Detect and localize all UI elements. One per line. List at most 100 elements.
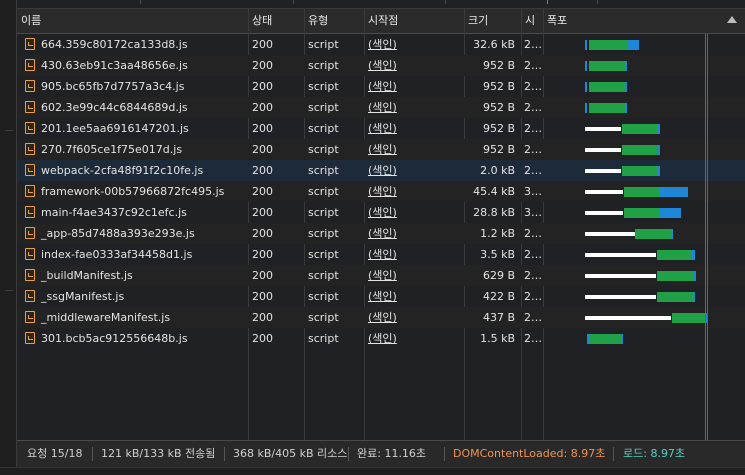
table-row[interactable]: _ssgManifest.js 200 script (색인) 422 B 2… xyxy=(17,286,745,307)
table-row[interactable]: framework-00b57966872fc495.js 200 script (색… xyxy=(17,181,745,202)
request-type: script xyxy=(308,164,339,177)
column-header-initiator[interactable]: 시작점 xyxy=(364,9,464,34)
request-initiator-link[interactable]: (색인) xyxy=(364,265,464,286)
table-row[interactable]: _buildManifest.js 200 script (색인) 629 B 2… xyxy=(17,265,745,286)
request-initiator-link[interactable]: (색인) xyxy=(364,139,464,160)
request-name-cell[interactable]: 430.63eb91c3aa48656e.js xyxy=(17,55,248,76)
waterfall-cell[interactable] xyxy=(543,160,745,181)
request-name-cell[interactable]: _buildManifest.js xyxy=(17,265,248,286)
request-initiator-link[interactable]: (색인) xyxy=(364,286,464,307)
request-name-cell[interactable]: index-fae0333af34458d1.js xyxy=(17,244,248,265)
request-status: 200 xyxy=(252,311,273,324)
request-initiator-link[interactable]: (색인) xyxy=(364,55,464,76)
waterfall-cell[interactable] xyxy=(543,265,745,286)
request-name-cell[interactable]: 905.bc65fb7d7757a3c4.js xyxy=(17,76,248,97)
waterfall-cell[interactable] xyxy=(543,76,745,97)
request-name-cell[interactable]: main-f4ae3437c92c1efc.js xyxy=(17,202,248,223)
request-name-cell[interactable]: _app-85d7488a393e293e.js xyxy=(17,223,248,244)
gutter-mark xyxy=(5,130,13,131)
request-name: 270.7f605ce1f75e017d.js xyxy=(41,143,183,156)
request-name: _ssgManifest.js xyxy=(41,290,125,303)
table-row[interactable]: 270.7f605ce1f75e017d.js 200 script (색인) 952 … xyxy=(17,139,745,160)
gutter-mark xyxy=(5,290,13,291)
table-row[interactable]: webpack-2cfa48f91f2c10fe.js 200 script (색인)… xyxy=(17,160,745,181)
overview-tick xyxy=(597,0,598,4)
waterfall-cell[interactable] xyxy=(543,202,745,223)
request-name: _buildManifest.js xyxy=(41,269,133,282)
request-type: script xyxy=(308,38,339,51)
waterfall-cell[interactable] xyxy=(543,286,745,307)
request-name-cell[interactable]: framework-00b57966872fc495.js xyxy=(17,181,248,202)
waterfall-queue-bar xyxy=(585,127,621,131)
waterfall-cell[interactable] xyxy=(543,223,745,244)
request-initiator-link[interactable]: (색인) xyxy=(364,328,464,349)
request-initiator-link[interactable]: (색인) xyxy=(364,307,464,328)
request-name-cell[interactable]: 301.bcb5ac912556648b.js xyxy=(17,328,248,349)
waterfall-cell[interactable] xyxy=(543,97,745,118)
request-type: script xyxy=(308,185,339,198)
table-row[interactable]: 905.bc65fb7d7757a3c4.js 200 script (색인) 952 … xyxy=(17,76,745,97)
table-row[interactable]: 602.3e99c44c6844689d.js 200 script (색인) 952 … xyxy=(17,97,745,118)
table-row[interactable]: 201.1ee5aa6916147201.js 200 script (색인) 952 … xyxy=(17,118,745,139)
request-initiator-link[interactable]: (색인) xyxy=(364,34,464,55)
waterfall-queue-bar xyxy=(585,190,623,194)
request-initiator-link[interactable]: (색인) xyxy=(364,202,464,223)
column-header-time[interactable]: 시 xyxy=(521,9,543,34)
request-time: 2… xyxy=(524,248,542,261)
request-name-cell[interactable]: 270.7f605ce1f75e017d.js xyxy=(17,139,248,160)
table-row[interactable]: _app-85d7488a393e293e.js 200 script (색인) 1.2… xyxy=(17,223,745,244)
request-name-cell[interactable]: webpack-2cfa48f91f2c10fe.js xyxy=(17,160,248,181)
script-file-icon xyxy=(25,59,35,71)
request-size: 629 B xyxy=(482,269,515,282)
waterfall-cell[interactable] xyxy=(543,118,745,139)
request-status: 200 xyxy=(252,227,273,240)
request-name: _app-85d7488a393e293e.js xyxy=(41,227,195,240)
column-header-waterfall[interactable]: 폭포 xyxy=(543,9,745,34)
request-type: script xyxy=(308,101,339,114)
waterfall-cell[interactable] xyxy=(543,244,745,265)
column-header-status[interactable]: 상태 xyxy=(248,9,304,34)
table-row[interactable]: index-fae0333af34458d1.js 200 script (색인) 3.… xyxy=(17,244,745,265)
table-row[interactable]: _middlewareManifest.js 200 script (색인) 437 B… xyxy=(17,307,745,328)
waterfall-download-bar xyxy=(658,145,660,155)
table-row[interactable]: 301.bcb5ac912556648b.js 200 script (색인) 1.5 … xyxy=(17,328,745,349)
request-type: script xyxy=(308,290,339,303)
table-row[interactable]: 664.359c80172ca133d8.js 200 script (색인) 32.6… xyxy=(17,34,745,55)
request-initiator-link[interactable]: (색인) xyxy=(364,97,464,118)
request-initiator-link[interactable]: (색인) xyxy=(364,118,464,139)
request-name-cell[interactable]: _middlewareManifest.js xyxy=(17,307,248,328)
table-row[interactable]: 430.63eb91c3aa48656e.js 200 script (색인) 952 … xyxy=(17,55,745,76)
request-type: script xyxy=(308,80,339,93)
waterfall-cell[interactable] xyxy=(543,55,745,76)
request-size: 28.8 kB xyxy=(473,206,515,219)
request-status: 200 xyxy=(252,164,273,177)
column-header-name[interactable]: 이름 xyxy=(17,9,248,34)
table-row[interactable]: main-f4ae3437c92c1efc.js 200 script (색인) 28.… xyxy=(17,202,745,223)
request-initiator-link[interactable]: (색인) xyxy=(364,223,464,244)
waterfall-cell[interactable] xyxy=(543,34,745,55)
request-size: 437 B xyxy=(482,311,515,324)
request-name-cell[interactable]: _ssgManifest.js xyxy=(17,286,248,307)
request-initiator-link[interactable]: (색인) xyxy=(364,181,464,202)
waterfall-cell[interactable] xyxy=(543,181,745,202)
bottom-strip xyxy=(0,467,745,475)
column-header-size[interactable]: 크기 xyxy=(464,9,521,34)
waterfall-cell[interactable] xyxy=(543,328,745,349)
waterfall-cell[interactable] xyxy=(543,139,745,160)
waterfall-queue-bar xyxy=(585,295,656,299)
request-initiator-link[interactable]: (색인) xyxy=(364,76,464,97)
script-file-icon xyxy=(25,80,35,92)
request-name-cell[interactable]: 201.1ee5aa6916147201.js xyxy=(17,118,248,139)
request-name: index-fae0333af34458d1.js xyxy=(41,248,193,261)
script-file-icon xyxy=(25,206,35,218)
request-initiator-link[interactable]: (색인) xyxy=(364,244,464,265)
request-name-cell[interactable]: 602.3e99c44c6844689d.js xyxy=(17,97,248,118)
left-gutter xyxy=(0,0,17,475)
waterfall-wait-bar xyxy=(589,82,625,92)
request-name-cell[interactable]: 664.359c80172ca133d8.js xyxy=(17,34,248,55)
column-header-type[interactable]: 유형 xyxy=(304,9,364,34)
sort-ascending-icon[interactable] xyxy=(727,16,737,23)
table-header: 이름 상태 유형 시작점 크기 시 폭포 xyxy=(17,8,745,34)
waterfall-cell[interactable] xyxy=(543,307,745,328)
request-initiator-link[interactable]: (색인) xyxy=(364,160,464,181)
